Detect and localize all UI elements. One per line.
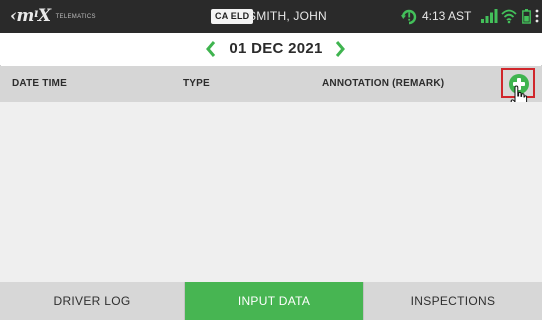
logo-subtitle: TELEMATICS bbox=[55, 14, 96, 20]
driver-name[interactable]: SMITH, JOHN bbox=[248, 9, 327, 24]
tab-inspections[interactable]: INSPECTIONS bbox=[363, 282, 542, 320]
sync-warning-icon[interactable] bbox=[400, 8, 418, 25]
kebab-menu-icon[interactable] bbox=[534, 8, 540, 24]
bottom-tab-bar: DRIVER LOG INPUT DATA INSPECTIONS bbox=[0, 282, 542, 320]
column-header-date-time: DATE TIME bbox=[12, 78, 67, 89]
clock: 4:13 AST bbox=[422, 9, 472, 23]
current-date[interactable]: 01 DEC 2021 bbox=[225, 40, 327, 57]
status-bar: ‹mıX TELEMATICS CA ELD SMITH, JOHN 4:13 … bbox=[0, 0, 542, 33]
column-header-type: TYPE bbox=[183, 78, 210, 89]
wifi-icon bbox=[501, 9, 517, 24]
logo-mark: ‹mıX bbox=[10, 6, 51, 26]
signal-icon bbox=[481, 9, 498, 23]
chevron-right-icon[interactable] bbox=[332, 39, 348, 59]
annotations-list bbox=[0, 102, 542, 282]
table-header: DATE TIME TYPE ANNOTATION (REMARK) bbox=[0, 66, 542, 102]
date-navigator: 01 DEC 2021 bbox=[0, 33, 542, 65]
tab-driver-log[interactable]: DRIVER LOG bbox=[0, 282, 185, 320]
column-header-annotation: ANNOTATION (REMARK) bbox=[322, 78, 445, 89]
chevron-left-icon[interactable] bbox=[203, 39, 219, 59]
mix-telematics-logo: ‹mıX TELEMATICS bbox=[10, 6, 96, 26]
battery-icon bbox=[522, 9, 531, 24]
tab-input-data[interactable]: INPUT DATA bbox=[185, 282, 363, 320]
